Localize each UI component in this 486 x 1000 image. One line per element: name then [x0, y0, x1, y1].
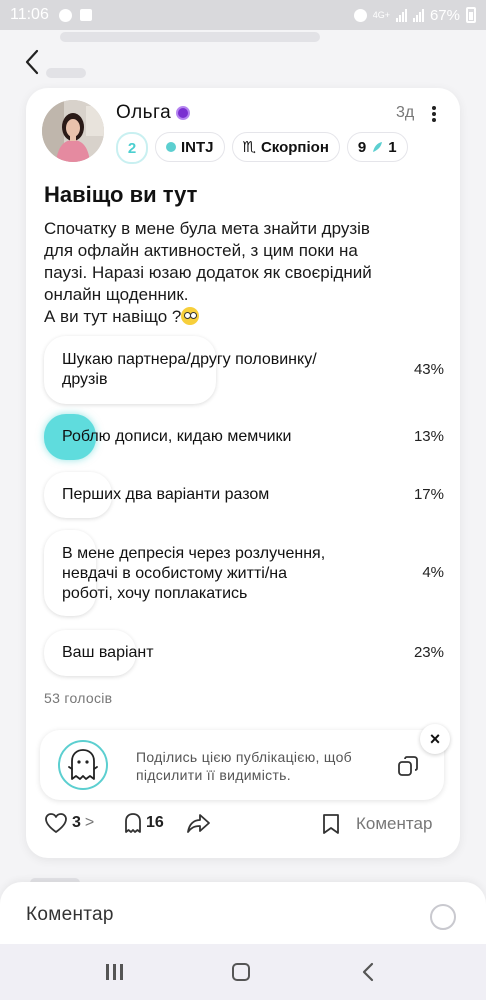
share-prompt[interactable]: Поділись цією публікацією, щоб підсилити… — [40, 730, 444, 800]
blurred-content — [60, 32, 320, 42]
vote-count: 53 голосів — [44, 690, 113, 706]
signal-icon — [395, 8, 407, 22]
alarm-icon — [353, 8, 367, 22]
signal-icon-2 — [412, 8, 424, 22]
poll-option-text: В мене депресія через розлучення, невдач… — [62, 545, 326, 602]
post-actions: 3 > 16 Коментар — [44, 812, 444, 840]
blurred-content — [46, 68, 86, 78]
more-options-button[interactable] — [428, 104, 440, 124]
notification-icon — [58, 8, 72, 22]
author-name-text: Ольга — [116, 102, 172, 123]
comment-label: Коментар — [356, 814, 433, 833]
likes-chevron-icon[interactable]: > — [85, 814, 94, 832]
post-body: Спочатку в мене була мета знайти друзів … — [44, 218, 444, 328]
ghost-views-icon — [125, 813, 141, 833]
views-indicator: 16 — [124, 812, 164, 834]
ghost-avatar — [58, 740, 108, 790]
post-body-text: Спочатку в мене була мета знайти друзів … — [44, 219, 372, 326]
dot-icon — [432, 106, 436, 110]
recents-button[interactable] — [106, 964, 123, 980]
mbti-label: INTJ — [181, 138, 214, 156]
home-button[interactable] — [232, 963, 250, 981]
poll-option[interactable]: Перших два варіанти разом 17% — [44, 472, 444, 518]
dot-icon — [432, 118, 436, 122]
poll-option-percent: 43% — [413, 361, 444, 378]
author-name[interactable]: Ольга — [116, 102, 191, 124]
zodiac-chip[interactable]: ♏ Скорпіон — [231, 132, 340, 162]
poll-option-percent: 23% — [413, 644, 444, 661]
like-button[interactable]: 3 > — [44, 812, 94, 834]
zodiac-label: Скорпіон — [260, 138, 329, 156]
poll-option-text: Перших два варіанти разом — [62, 486, 270, 503]
comment-input[interactable]: Коментар — [26, 904, 114, 926]
poll-option-percent: 13% — [413, 428, 444, 445]
poll-option-text: Ваш варіант — [62, 644, 154, 661]
verified-badge-icon — [176, 106, 191, 120]
poll-option-percent: 4% — [422, 564, 444, 581]
status-bar: 11:06 4G+ 67% — [0, 0, 486, 30]
share-arrow-icon — [187, 814, 210, 833]
nav-back-button[interactable] — [360, 962, 376, 982]
stats-right: 1 — [388, 138, 397, 156]
post-card: Ольга 3д 2 INTJ ♏ Скорпіон 9 1 Навіщо ви… — [26, 88, 460, 858]
share-button[interactable] — [186, 812, 212, 834]
ghost-icon — [68, 749, 98, 780]
status-time: 11:06 — [10, 6, 49, 23]
chevron-left-icon — [25, 49, 39, 75]
battery-icon — [466, 7, 476, 23]
battery-percent: 67% — [429, 6, 460, 24]
stats-left: 9 — [357, 138, 367, 156]
post-title: Навіщо ви тут — [44, 182, 198, 207]
poll: Шукаю партнера/другу половинку/ друзів 4… — [44, 336, 444, 686]
avatar-photo — [42, 100, 104, 162]
comment-bar: Коментар — [0, 882, 486, 944]
mbti-chip[interactable]: INTJ — [155, 132, 225, 162]
stats-chip[interactable]: 9 1 — [346, 132, 408, 162]
poll-option[interactable]: Шукаю партнера/другу половинку/ друзів 4… — [44, 336, 444, 404]
feather-icon — [373, 142, 383, 152]
bookmark-icon — [323, 814, 339, 834]
author-chips: 2 INTJ ♏ Скорпіон 9 1 — [116, 132, 408, 164]
dot-icon — [432, 112, 436, 116]
post-time: 3д — [396, 104, 415, 121]
scorpio-icon: ♏ — [242, 139, 256, 156]
like-count: 3 — [72, 814, 81, 831]
close-icon: × — [429, 728, 441, 749]
views-count: 16 — [146, 814, 164, 831]
copy-icon[interactable] — [396, 754, 420, 778]
poll-option[interactable]: Ваш варіант 23% — [44, 630, 444, 676]
poll-option[interactable]: В мене депресія через розлучення, невдач… — [44, 530, 444, 616]
comment-button[interactable]: Коментар — [320, 812, 432, 836]
poll-option-percent: 17% — [413, 486, 444, 503]
thinking-emoji-icon — [181, 307, 200, 325]
poll-option-text: Шукаю партнера/другу половинку/ друзів — [62, 351, 317, 388]
back-button[interactable] — [22, 48, 44, 76]
mbti-dot-icon — [166, 142, 176, 152]
avatar[interactable] — [42, 100, 104, 162]
poll-option[interactable]: Роблю дописи, кидаю мемчики 13% — [44, 414, 444, 460]
shield-icon — [79, 9, 92, 21]
share-text: Поділись цією публікацією, щоб підсилити… — [136, 749, 352, 783]
close-share-button[interactable]: × — [420, 724, 450, 754]
system-nav-bar — [0, 944, 486, 1000]
level-badge[interactable]: 2 — [116, 132, 148, 164]
network-type: 4G+ — [372, 10, 390, 20]
heart-icon — [45, 813, 67, 833]
send-circle-icon[interactable] — [430, 904, 456, 930]
poll-option-text: Роблю дописи, кидаю мемчики — [62, 428, 292, 445]
